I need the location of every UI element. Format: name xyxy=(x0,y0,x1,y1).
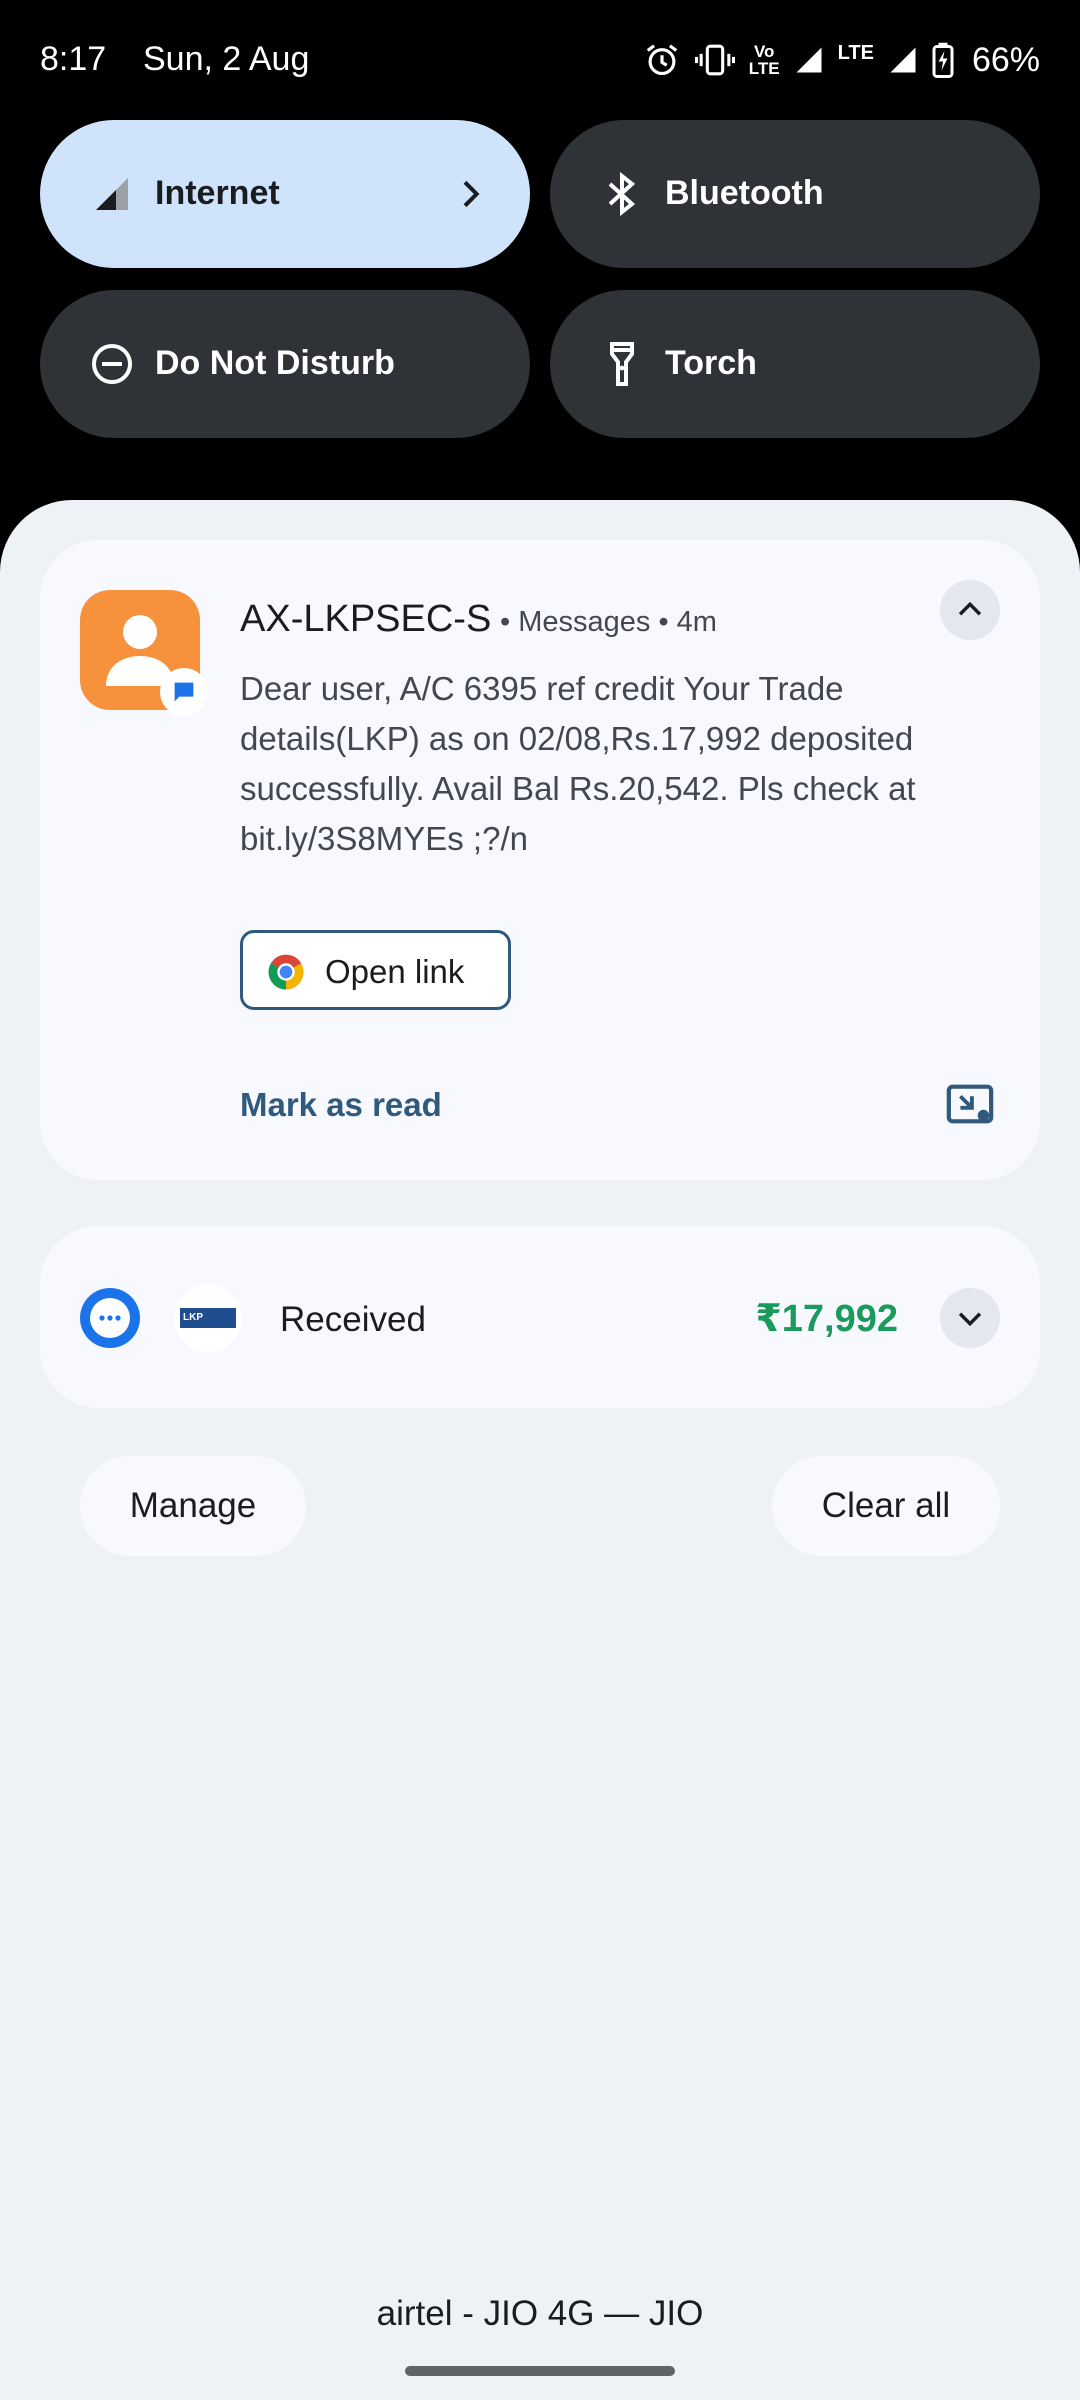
received-amount: ₹17,992 xyxy=(755,1298,898,1340)
open-link-label: Open link xyxy=(325,953,465,990)
chat-bubble-icon xyxy=(174,682,194,702)
signal-icon xyxy=(96,178,128,210)
status-time: 8:17 xyxy=(40,40,107,78)
status-date: Sun, 2 Aug xyxy=(143,40,310,78)
navigation-handle[interactable] xyxy=(405,2366,675,2376)
vibrate-icon xyxy=(694,44,735,76)
signal-icon-secondary xyxy=(890,47,916,73)
tile-internet-label: Internet xyxy=(155,174,280,212)
tile-do-not-disturb[interactable]: Do Not Disturb xyxy=(40,290,530,438)
battery-charging-icon xyxy=(932,42,954,78)
messages-app-icon xyxy=(80,1288,140,1348)
messages-badge xyxy=(160,668,208,716)
tile-torch[interactable]: Torch xyxy=(550,290,1040,438)
bluetooth-icon xyxy=(608,171,636,217)
carrier-label: airtel - JIO 4G — JIO xyxy=(376,2294,704,2333)
volte-icon: Vo LTE xyxy=(749,43,780,77)
notification-body: Dear user, A/C 6395 ref credit Your Trad… xyxy=(240,670,916,857)
mark-as-read-button[interactable]: Mark as read xyxy=(240,1086,442,1124)
picture-in-picture-icon[interactable] xyxy=(945,1082,995,1126)
manage-button[interactable]: Manage xyxy=(80,1456,306,1556)
chevron-down-icon xyxy=(958,1312,982,1327)
collapse-button[interactable] xyxy=(940,580,1000,640)
status-bar: 8:17 Sun, 2 Aug Vo LTE LTE 66% xyxy=(0,0,1080,120)
expand-button[interactable] xyxy=(940,1288,1000,1348)
tile-torch-label: Torch xyxy=(665,344,757,382)
chrome-icon xyxy=(268,954,304,990)
battery-percentage: 66% xyxy=(971,40,1040,79)
lkp-logo-text: LKP xyxy=(180,1308,236,1328)
open-link-button[interactable]: Open link xyxy=(240,930,511,1010)
received-label: Received xyxy=(280,1300,426,1339)
tile-bluetooth[interactable]: Bluetooth xyxy=(550,120,1040,268)
signal-icon xyxy=(796,47,822,73)
tile-do-not-disturb-label: Do Not Disturb xyxy=(155,344,395,382)
tile-internet[interactable]: Internet xyxy=(40,120,530,268)
chevron-up-icon xyxy=(958,601,982,616)
status-icons: Vo LTE LTE 66% xyxy=(643,36,1040,84)
tile-bluetooth-label: Bluetooth xyxy=(665,174,824,212)
do-not-disturb-icon xyxy=(92,344,132,384)
flashlight-icon xyxy=(610,342,634,386)
notification-sender: AX-LKPSEC-S xyxy=(240,598,492,640)
clear-all-button[interactable]: Clear all xyxy=(772,1456,1000,1556)
lkp-logo: LKP xyxy=(174,1284,242,1352)
lte-icon: LTE xyxy=(837,41,874,64)
volte-top-text: Vo xyxy=(753,42,775,61)
volte-bottom-text: LTE xyxy=(748,59,780,78)
chevron-right-icon[interactable] xyxy=(450,174,490,214)
alarm-icon xyxy=(646,44,677,76)
notification-meta: • Messages • 4m xyxy=(500,606,717,638)
